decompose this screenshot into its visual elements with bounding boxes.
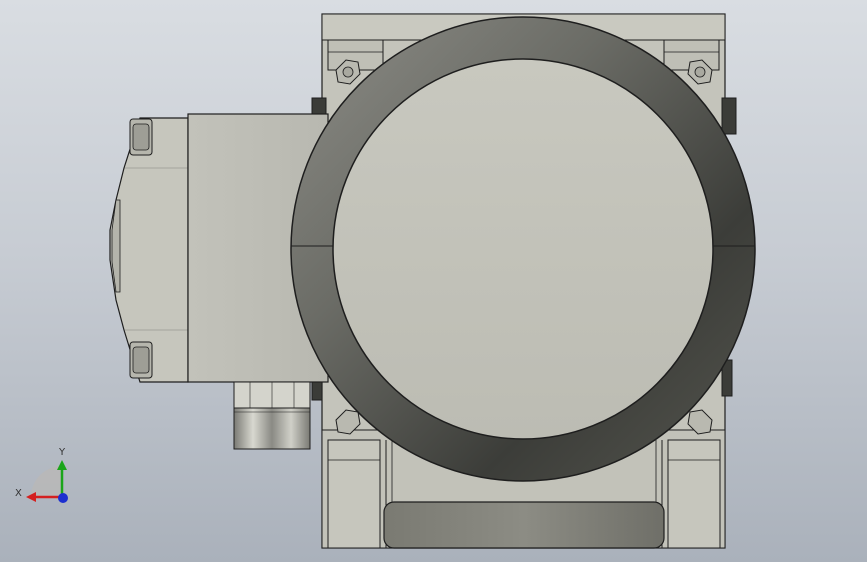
y-axis-arrowhead: [57, 460, 67, 470]
socket-head-screw-bottom[interactable]: [129, 341, 153, 379]
cable-fitting[interactable]: [233, 381, 311, 450]
base-slot[interactable]: [383, 501, 665, 549]
y-axis-label: Y: [58, 447, 66, 458]
socket-head-screw-top[interactable]: [129, 118, 153, 156]
x-axis-arrowhead: [26, 492, 36, 502]
z-axis-dot: [58, 493, 68, 503]
end-cap-disc[interactable]: [332, 58, 714, 440]
coordinate-triad: X Y: [15, 447, 68, 503]
x-axis-label: X: [15, 488, 22, 499]
cad-graphics-viewport[interactable]: X Y: [0, 0, 867, 562]
